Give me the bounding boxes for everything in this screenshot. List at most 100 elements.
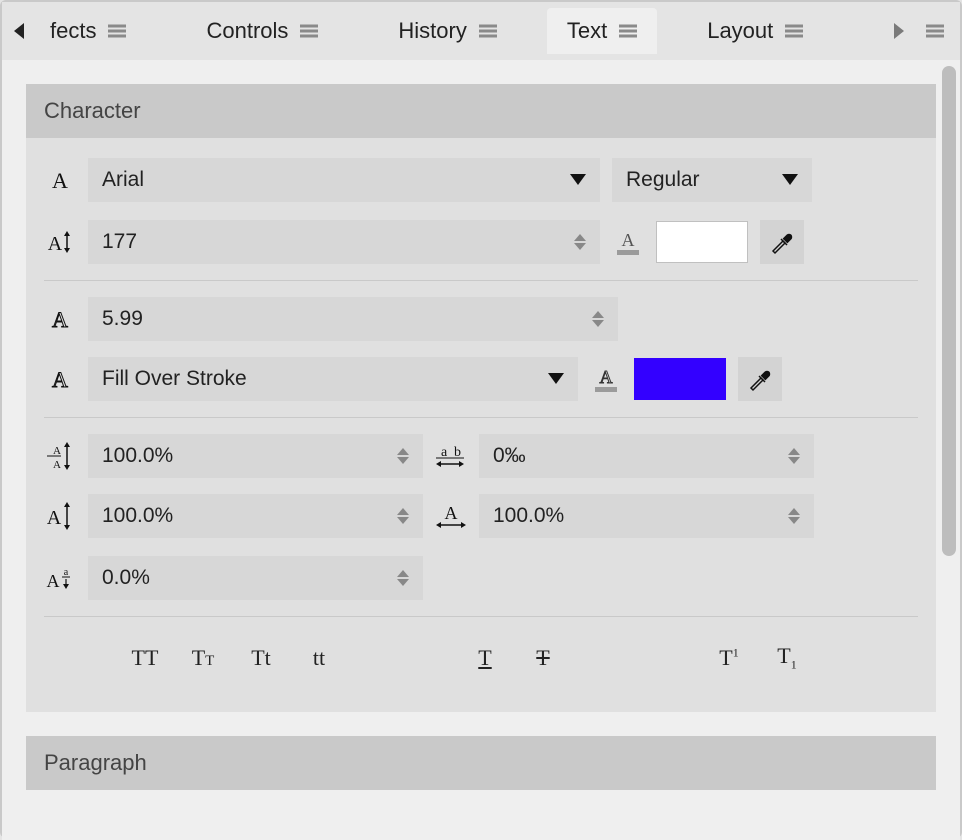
svg-text:A: A: [47, 507, 62, 529]
step-down[interactable]: [788, 517, 800, 524]
vertical-scale-input[interactable]: 100.0%: [88, 494, 423, 538]
scrollbar-thumb[interactable]: [942, 66, 956, 556]
stroke-order-icon: A: [44, 367, 76, 391]
panel-character: Character A Arial Regular: [26, 84, 936, 712]
scrollbar[interactable]: [942, 66, 956, 626]
svg-text:A: A: [52, 307, 68, 331]
spinner: [788, 508, 800, 524]
tab-layout[interactable]: Layout: [687, 8, 823, 54]
spinner: [592, 311, 604, 327]
tab-scroll-right[interactable]: [888, 21, 908, 41]
svg-text:A: A: [53, 445, 61, 457]
main-content: Character A Arial Regular: [2, 60, 960, 840]
step-up[interactable]: [397, 508, 409, 515]
spinner: [788, 448, 800, 464]
step-up[interactable]: [592, 311, 604, 318]
uppercase-button[interactable]: TT: [130, 645, 160, 671]
tab-controls[interactable]: Controls: [186, 8, 338, 54]
stroke-width-icon: A: [44, 307, 76, 331]
spinner: [574, 234, 586, 250]
horizontal-scale-icon: A: [435, 503, 467, 529]
vertical-scale-icon: A: [44, 502, 76, 530]
tab-label: Controls: [206, 18, 288, 44]
tab-menu-icon[interactable]: [785, 24, 803, 38]
step-down[interactable]: [397, 517, 409, 524]
tab-scroll-left[interactable]: [10, 21, 30, 41]
line-height-input[interactable]: 100.0%: [88, 434, 423, 478]
dropdown-icon: [548, 373, 564, 385]
step-down[interactable]: [397, 579, 409, 586]
svg-text:A: A: [48, 233, 63, 254]
step-down[interactable]: [574, 243, 586, 250]
tab-menu-icon[interactable]: [108, 24, 126, 38]
lowercase-button[interactable]: tt: [304, 645, 334, 671]
baseline-shift-icon: Aa: [44, 565, 76, 591]
line-height-value: 100.0%: [102, 444, 173, 468]
stroke-color-swatch[interactable]: [634, 358, 726, 400]
step-up[interactable]: [397, 448, 409, 455]
eyedropper-button[interactable]: [738, 357, 782, 401]
horizontal-scale-value: 100.0%: [493, 504, 564, 528]
subscript-button[interactable]: T1: [772, 643, 802, 672]
superscript-button[interactable]: T1: [714, 645, 744, 671]
tab-text[interactable]: Text: [547, 8, 657, 54]
eyedropper-button[interactable]: [760, 220, 804, 264]
fill-color-swatch[interactable]: [656, 221, 748, 263]
letter-spacing-icon: ab: [435, 442, 467, 470]
stroke-width-value: 5.99: [102, 307, 143, 331]
spinner: [397, 448, 409, 464]
tab-menu-icon[interactable]: [619, 24, 637, 38]
svg-text:A: A: [52, 168, 68, 192]
font-style-value: Regular: [626, 168, 700, 192]
stroke-width-input[interactable]: 5.99: [88, 297, 618, 341]
line-height-icon: AA: [44, 442, 76, 470]
fill-stroke-order-value: Fill Over Stroke: [102, 367, 247, 391]
vertical-scale-value: 100.0%: [102, 504, 173, 528]
tab-menu-icon[interactable]: [300, 24, 318, 38]
font-size-icon: A: [44, 230, 76, 254]
panel-paragraph: Paragraph: [26, 736, 936, 790]
font-family-value: Arial: [102, 168, 144, 192]
titlecase-button[interactable]: Tt: [246, 645, 276, 671]
tab-bar: fects Controls History Text Layout: [2, 2, 960, 60]
tab-menu-icon[interactable]: [479, 24, 497, 38]
baseline-shift-input[interactable]: 0.0%: [88, 556, 423, 600]
dropdown-icon: [782, 174, 798, 186]
underline-button[interactable]: T: [470, 645, 500, 671]
font-size-value: 177: [102, 230, 137, 254]
baseline-shift-value: 0.0%: [102, 566, 150, 590]
letter-spacing-input[interactable]: 0‰: [479, 434, 814, 478]
step-up[interactable]: [788, 508, 800, 515]
svg-text:A: A: [47, 571, 60, 591]
tab-history[interactable]: History: [378, 8, 516, 54]
fill-color-icon: A: [612, 228, 644, 256]
step-up[interactable]: [788, 448, 800, 455]
svg-text:a: a: [64, 567, 69, 578]
horizontal-scale-input[interactable]: 100.0%: [479, 494, 814, 538]
svg-text:A: A: [600, 367, 613, 387]
svg-text:A: A: [622, 230, 635, 250]
step-up[interactable]: [397, 570, 409, 577]
strikethrough-button[interactable]: T: [528, 645, 558, 671]
dropdown-icon: [570, 174, 586, 186]
fill-stroke-order-select[interactable]: Fill Over Stroke: [88, 357, 578, 401]
tab-label: fects: [50, 18, 96, 44]
tab-effects[interactable]: fects: [30, 8, 146, 54]
spinner: [397, 508, 409, 524]
step-down[interactable]: [592, 320, 604, 327]
panel-settings-icon[interactable]: [926, 24, 944, 38]
font-style-select[interactable]: Regular: [612, 158, 812, 202]
smallcaps-button[interactable]: TT: [188, 645, 218, 671]
svg-text:A: A: [52, 367, 68, 391]
tab-label: Layout: [707, 18, 773, 44]
svg-text:A: A: [445, 503, 458, 523]
font-size-input[interactable]: 177: [88, 220, 600, 264]
svg-text:A: A: [53, 459, 61, 470]
step-down[interactable]: [397, 457, 409, 464]
panel-header-paragraph[interactable]: Paragraph: [26, 736, 936, 790]
font-family-select[interactable]: Arial: [88, 158, 600, 202]
tab-label: Text: [567, 18, 607, 44]
panel-header-character[interactable]: Character: [26, 84, 936, 138]
step-up[interactable]: [574, 234, 586, 241]
step-down[interactable]: [788, 457, 800, 464]
